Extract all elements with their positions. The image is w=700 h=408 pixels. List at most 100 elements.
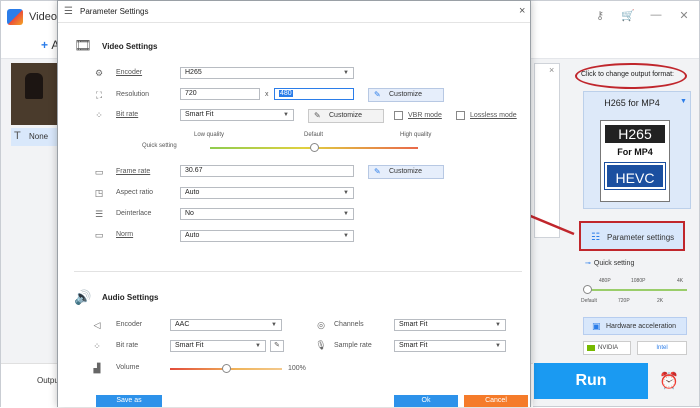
channels-select[interactable]: Smart Fit ▼ — [394, 319, 506, 331]
volume-icon: ▟ — [93, 363, 101, 373]
encoder-icon: ⚙ — [94, 68, 104, 78]
audio-bitrate-edit-button[interactable]: ✎ — [270, 340, 284, 352]
section-divider — [74, 271, 522, 272]
resolution-customize-button[interactable]: ✎ Customize — [368, 88, 444, 102]
framerate-label[interactable]: Frame rate — [116, 168, 150, 175]
deinterlace-label: Deinterlace — [116, 210, 152, 217]
app-title: Video — [29, 11, 57, 23]
intel-checkbox[interactable]: Intel — [637, 341, 687, 355]
run-button[interactable]: Run — [534, 363, 648, 399]
chevron-down-icon: ▼ — [343, 211, 349, 217]
sliders-icon: ☷ — [591, 232, 600, 243]
cart-icon[interactable]: 🛒 — [621, 9, 635, 22]
chip-icon: ▣ — [592, 321, 601, 331]
channels-icon: ◎ — [317, 320, 325, 330]
resolution-height-input[interactable]: 480 — [274, 88, 354, 100]
quality-high-label: High quality — [400, 132, 432, 138]
speaker-icon: ◁ — [93, 320, 101, 330]
dialog-title: Parameter Settings — [80, 7, 149, 16]
cancel-button[interactable]: Cancel — [464, 395, 528, 407]
video-bitrate-value: Smart Fit — [185, 111, 214, 118]
lossless-mode-checkbox[interactable] — [456, 111, 465, 120]
customize-label: Customize — [329, 112, 363, 119]
norm-select[interactable]: Auto ▼ — [180, 230, 354, 242]
audio-settings-title: Audio Settings — [102, 293, 159, 302]
volume-slider-handle[interactable] — [222, 364, 231, 373]
chevron-down-icon: ▼ — [255, 343, 261, 349]
quality-low-label: Low quality — [194, 132, 225, 138]
save-as-button[interactable]: Save as — [96, 395, 162, 407]
video-bitrate-select[interactable]: Smart Fit ▼ — [180, 109, 294, 121]
remove-file-icon[interactable]: × — [549, 65, 554, 75]
chevron-down-icon: ▼ — [343, 190, 349, 196]
resolution-width-input[interactable]: 720 — [180, 88, 260, 100]
nvidia-checkbox[interactable]: NVIDIA — [583, 341, 631, 355]
chevron-down-icon: ▼ — [283, 112, 289, 118]
audio-encoder-select[interactable]: AAC ▼ — [170, 319, 282, 331]
vbr-mode-label[interactable]: VBR mode — [408, 112, 442, 119]
res-level-default: Default — [581, 298, 597, 304]
alarm-clock-icon[interactable]: ⏰ — [659, 371, 679, 391]
customize-label: Customize — [389, 168, 423, 175]
output-format-selector[interactable]: H265 for MP4 ▼ H265 For MP4 HEVC — [583, 91, 691, 209]
video-encoder-label[interactable]: Encoder — [116, 69, 142, 76]
resolution-slider-handle[interactable] — [583, 285, 592, 294]
microphone-icon: 🎙 — [315, 340, 327, 350]
dialog-titlebar: ☰ Parameter Settings × — [58, 1, 530, 23]
key-icon[interactable]: ⚷ — [593, 9, 607, 22]
minimize-icon[interactable]: — — [649, 9, 663, 22]
bitrate-customize-button[interactable]: ✎ Customize — [308, 109, 384, 123]
res-level-480p: 480P — [599, 278, 611, 284]
chevron-down-icon: ▼ — [495, 343, 501, 349]
res-level-4k: 4K — [677, 278, 684, 284]
parameter-settings-button[interactable]: ☷ Parameter settings — [579, 221, 685, 251]
format-badge-bottom: HEVC — [604, 162, 666, 190]
ok-button[interactable]: Ok — [394, 395, 458, 407]
norm-value: Auto — [185, 232, 200, 239]
audio-bitrate-select[interactable]: Smart Fit ▼ — [170, 340, 266, 352]
subtitle-value: None — [29, 132, 49, 141]
framerate-customize-button[interactable]: ✎ Customize — [368, 165, 444, 179]
close-icon[interactable]: ✕ — [677, 9, 691, 22]
volume-value: 100% — [288, 365, 306, 372]
file-subtitle-bar[interactable]: T None — [11, 128, 59, 146]
deinterlace-select[interactable]: No ▼ — [180, 208, 354, 220]
resolution-icon: ⛶ — [95, 90, 103, 100]
lossless-mode-label[interactable]: Lossless mode — [470, 112, 517, 119]
deinterlace-value: No — [185, 210, 194, 217]
quality-slider-handle[interactable] — [310, 143, 319, 152]
res-level-1080p: 1080P — [631, 278, 646, 284]
video-bitrate-label[interactable]: Bit rate — [116, 111, 138, 118]
chevron-down-icon: ▼ — [343, 233, 349, 239]
audio-bitrate-value: Smart Fit — [175, 342, 204, 349]
hardware-acceleration-label: Hardware acceleration — [606, 323, 677, 330]
bitrate-icon: ⁘ — [95, 110, 103, 120]
resolution-slider-track[interactable] — [587, 289, 687, 291]
channels-value: Smart Fit — [399, 321, 428, 328]
format-badge-top: H265 — [605, 125, 665, 143]
chevron-down-icon: ▼ — [343, 70, 349, 76]
resolution-label: Resolution — [116, 91, 150, 98]
aspect-ratio-icon: ◳ — [94, 188, 104, 198]
pencil-icon: ✎ — [374, 90, 381, 99]
slider-icon: ⊸ — [585, 260, 591, 267]
hardware-acceleration-button[interactable]: ▣ Hardware acceleration — [583, 317, 687, 335]
dialog-close-icon[interactable]: × — [519, 5, 525, 17]
annotation-ellipse — [575, 63, 687, 89]
res-level-2k: 2K — [657, 298, 664, 304]
video-encoder-select[interactable]: H265 ▼ — [180, 67, 354, 79]
norm-label[interactable]: Norm — [116, 231, 133, 238]
audio-bitrate-icon: ⁘ — [93, 341, 101, 351]
chevron-down-icon: ▼ — [271, 322, 277, 328]
vbr-mode-checkbox[interactable] — [394, 111, 403, 120]
app-logo — [7, 9, 23, 25]
aspect-ratio-value: Auto — [185, 189, 200, 196]
video-thumbnail[interactable] — [11, 63, 59, 125]
settings-sliders-icon: ☰ — [64, 6, 73, 17]
framerate-input[interactable]: 30.67 — [180, 165, 354, 177]
video-settings-title: Video Settings — [102, 42, 158, 51]
aspect-ratio-select[interactable]: Auto ▼ — [180, 187, 354, 199]
app-window-controls: ⚷ 🛒 — ✕ — [593, 9, 691, 22]
samplerate-select[interactable]: Smart Fit ▼ — [394, 340, 506, 352]
quick-setting-label: Quick setting — [142, 143, 177, 149]
